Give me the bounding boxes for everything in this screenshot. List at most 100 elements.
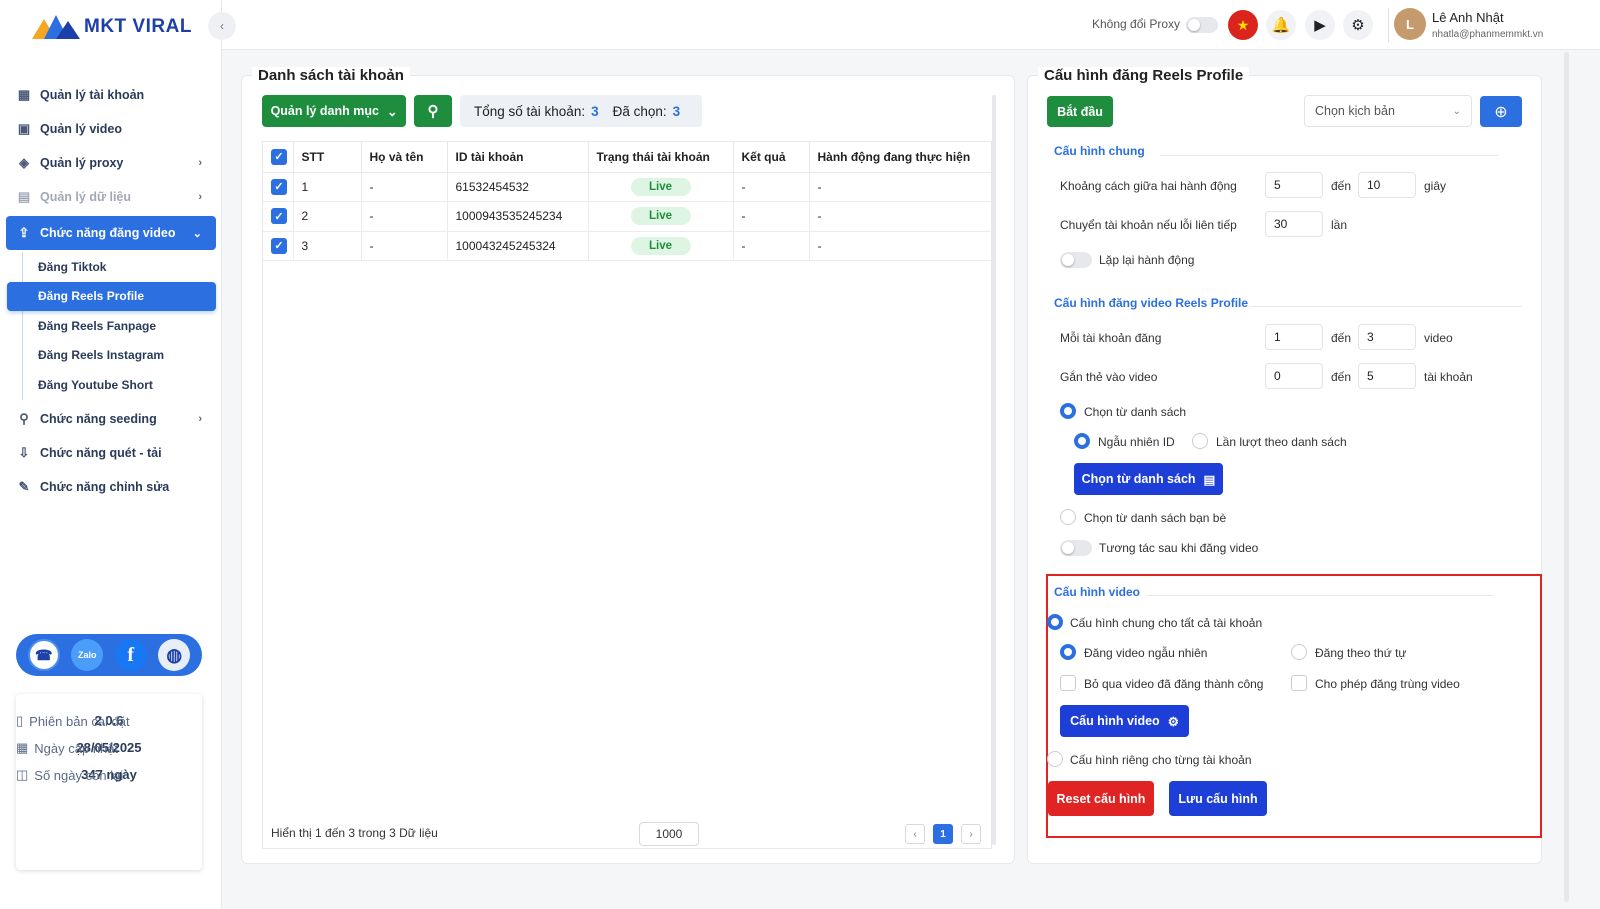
allow-duplicate-checkbox[interactable] [1291,675,1307,691]
cell-action: - [809,201,991,232]
row-checkbox[interactable]: ✓ [271,208,287,225]
sidebar-item-accounts[interactable]: ▦ Quản lý tài khoản [6,78,216,112]
column-action[interactable]: Hành động đang thực hiện [809,142,991,173]
bell-icon[interactable]: 🔔 [1266,10,1296,40]
script-select[interactable]: Chọn kịch bản ⌄ [1304,95,1472,127]
sidebar-item-proxy[interactable]: ◈ Quản lý proxy › [6,146,216,180]
choose-from-list-button[interactable]: Chọn từ danh sách ▤ [1074,463,1223,495]
random-video-label: Đăng video ngẫu nhiên [1084,646,1208,660]
video-config-button[interactable]: Cấu hình video ⚙ [1060,705,1189,737]
switch-input[interactable]: 30 [1265,211,1323,237]
table-scrollbar[interactable] [992,95,996,845]
repeat-label: Lặp lại hành động [1099,253,1195,267]
cell-id: 61532454532 [447,172,589,202]
clipboard-icon: ▤ [17,189,31,204]
sidebar-item-tiktok[interactable]: Đăng Tiktok [23,252,216,282]
page-size-input[interactable]: 1000 [639,822,699,846]
from-list-label: Chọn từ danh sách [1084,405,1187,419]
sidebar-item-videos[interactable]: ▣ Quản lý video [6,112,216,146]
repeat-toggle[interactable] [1060,252,1092,268]
category-dropdown-button[interactable]: Quản lý danh mục ⌄ [262,95,406,127]
column-result[interactable]: Kết quả [733,142,810,173]
table-row[interactable]: ✓ 2 - 1000943535245234 Live - - [263,201,991,232]
vietnam-flag-icon[interactable]: ★ [1228,10,1258,40]
tag-from-input[interactable]: 0 [1265,363,1323,389]
save-config-button[interactable]: Lưu cấu hình [1169,781,1267,816]
start-button[interactable]: Bắt đầu [1047,96,1113,127]
sequential-radio[interactable] [1192,433,1208,449]
sidebar-item-label: Chức năng đăng video [40,226,176,240]
select-all-checkbox[interactable]: ✓ [271,148,287,165]
per-account-from-input[interactable]: 1 [1265,324,1323,350]
column-status[interactable]: Trạng thái tài khoản [588,142,734,173]
from-friends-radio[interactable] [1060,509,1076,525]
per-account-config-radio[interactable] [1047,751,1063,767]
sidebar-item-data[interactable]: ▤ Quản lý dữ liệu › [6,180,216,214]
support-icon[interactable]: ☎ [27,639,60,671]
sidebar-item-label: Quản lý video [40,122,122,136]
switch-label: Chuyển tài khoản nếu lỗi liên tiếp [1060,218,1237,232]
column-stt[interactable]: STT [293,142,362,173]
sidebar-item-label: Chức năng quét - tải [40,445,162,460]
page-scrollbar[interactable] [1564,52,1569,902]
sidebar-item-reels-instagram[interactable]: Đăng Reels Instagram [23,341,216,371]
logo-mark-icon [32,15,80,39]
total-count: 3 [591,103,599,119]
box-icon: ◫ [16,767,29,782]
avatar[interactable]: L [1394,8,1426,40]
tag-to-input[interactable]: 5 [1358,363,1416,389]
config-title: Cấu hình đăng Reels Profile [1038,67,1250,84]
sidebar-item-post-video[interactable]: ⇪ Chức năng đăng video ⌄ [6,216,216,250]
table-row[interactable]: ✓ 3 - 100043245245324 Live - - [263,231,991,261]
ordered-video-radio[interactable] [1291,644,1307,660]
choose-from-list-label: Chọn từ danh sách [1081,472,1196,486]
search-button[interactable]: ⚲ [414,95,452,127]
table-row[interactable]: ✓ 1 - 61532454532 Live - - [263,172,991,202]
row-checkbox[interactable]: ✓ [271,178,287,195]
per-account-to-input[interactable]: 3 [1358,324,1416,350]
collapse-sidebar-button[interactable]: ‹ [208,12,236,40]
next-page-button[interactable]: › [961,824,981,844]
facebook-icon[interactable]: f [114,639,147,671]
search-icon: ⚲ [427,103,439,120]
sidebar-item-edit[interactable]: ✎ Chức năng chỉnh sửa [6,470,216,504]
page-button[interactable]: 1 [933,824,953,844]
play-icon[interactable]: ▶ [1305,10,1335,40]
sidebar-item-reels-fanpage[interactable]: Đăng Reels Fanpage [23,311,216,341]
section-divider [1146,595,1494,596]
account-summary: Tổng số tài khoản: 3 Đã chọn: 3 [460,95,702,127]
cell-stt: 1 [293,172,362,202]
header-divider [1388,8,1389,42]
sidebar-item-scan-download[interactable]: ⇩ Chức năng quét - tải [6,436,216,470]
to-label: đến [1331,179,1352,193]
random-video-radio[interactable] [1060,644,1076,660]
delay-to-input[interactable]: 10 [1358,172,1416,198]
delay-from-input[interactable]: 5 [1265,172,1323,198]
cell-name: - [361,172,448,202]
globe-icon[interactable]: ◍ [158,639,191,671]
interact-toggle[interactable] [1060,540,1092,556]
gear-icon[interactable]: ⚙ [1343,10,1373,40]
proxy-toggle[interactable] [1186,17,1218,33]
app-logo: MKT VIRAL [32,12,192,42]
pencil-icon: ✎ [18,478,30,494]
sidebar-item-youtube-short[interactable]: Đăng Youtube Short [23,370,216,400]
reset-config-button[interactable]: Reset cấu hình [1048,781,1154,816]
interact-label: Tương tác sau khi đăng video [1099,541,1259,555]
category-button-label: Quản lý danh mục [270,104,379,118]
add-script-button[interactable]: ⊕ [1480,96,1522,127]
skip-posted-checkbox[interactable] [1060,675,1076,691]
top-bar: Không đổi Proxy ★ 🔔 ▶ ⚙ L Lê Anh Nhật nh… [222,0,1600,50]
common-config-radio[interactable] [1047,614,1063,630]
sidebar-item-label: Quản lý dữ liệu [40,190,132,204]
column-name[interactable]: Họ và tên [361,142,448,173]
from-list-radio[interactable] [1060,403,1076,419]
chevron-down-icon: ⌄ [192,227,202,240]
zalo-icon[interactable]: Zalo [71,639,104,671]
column-id[interactable]: ID tài khoản [447,142,589,173]
sidebar-item-seeding[interactable]: ⚲ Chức năng seeding › [6,402,216,436]
row-checkbox[interactable]: ✓ [271,237,287,254]
random-id-radio[interactable] [1074,433,1090,449]
sidebar-item-reels-profile[interactable]: Đăng Reels Profile [7,281,216,311]
prev-page-button[interactable]: ‹ [905,824,925,844]
